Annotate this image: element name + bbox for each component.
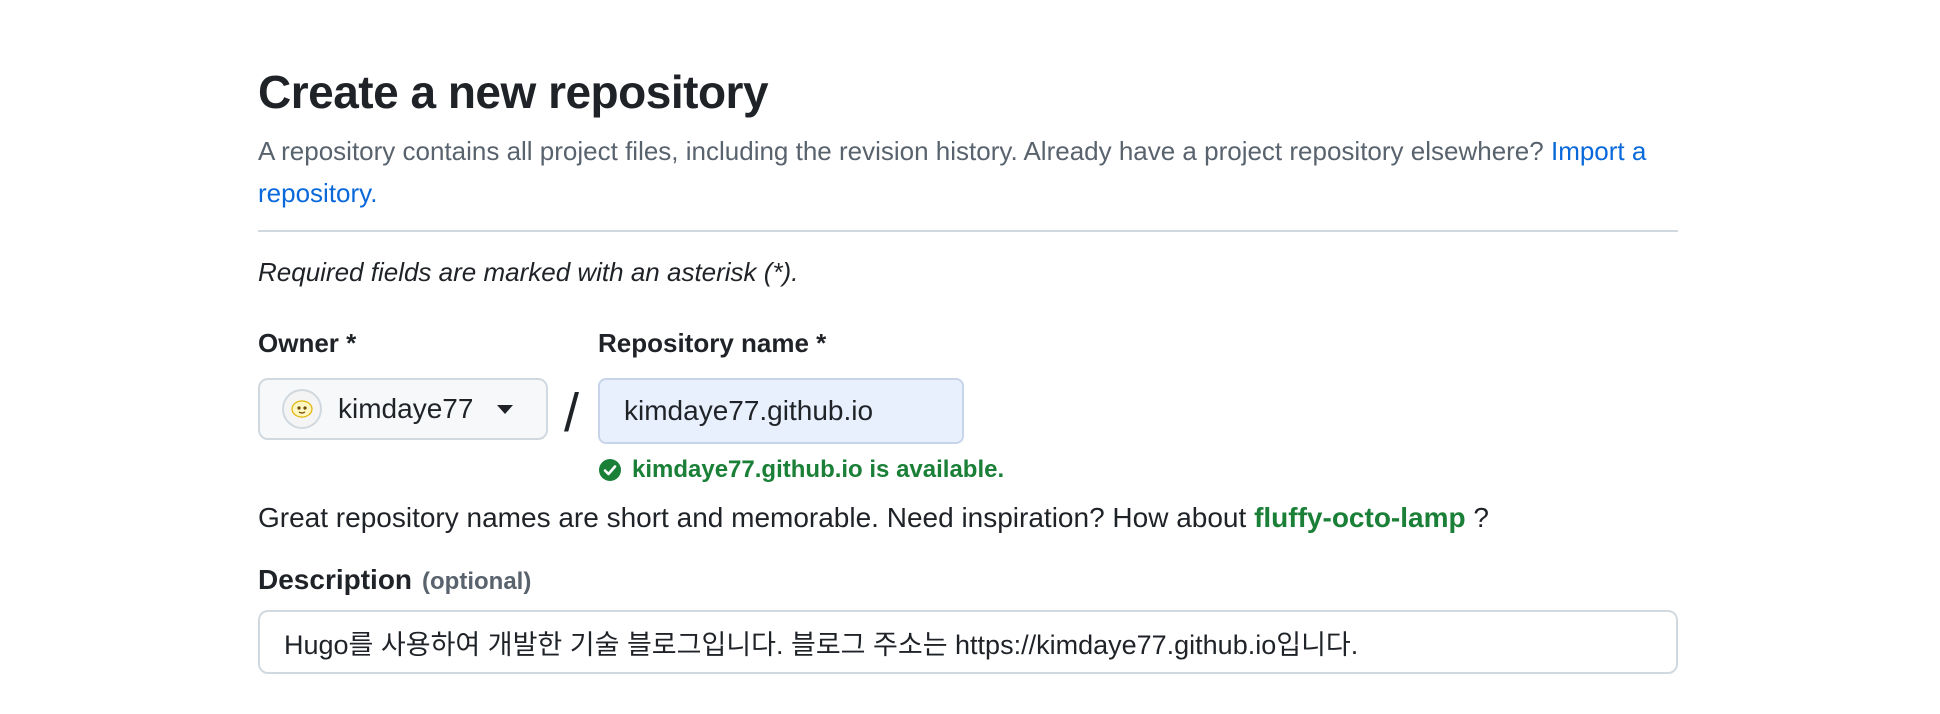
repository-name-input[interactable]	[598, 378, 964, 444]
description-label: Description	[258, 564, 413, 595]
repository-name-group: Repository name * kimdaye77.github.io is…	[598, 326, 1004, 484]
required-fields-note: Required fields are marked with an aster…	[258, 257, 799, 287]
owner-dropdown-button[interactable]: kimdaye77	[258, 378, 548, 440]
suggestion-prefix: Great repository names are short and mem…	[258, 502, 1247, 533]
form-container: Create a new repository A repository con…	[258, 60, 1678, 674]
owner-label: Owner *	[258, 328, 357, 358]
check-circle-icon	[599, 459, 621, 481]
page-subtitle: A repository contains all project files,…	[258, 130, 1678, 214]
availability-message: kimdaye77.github.io is available.	[598, 456, 1004, 484]
owner-group: Owner * kimdaye77	[258, 326, 548, 440]
description-input[interactable]	[258, 610, 1678, 674]
avatar-icon	[282, 389, 322, 429]
owner-name: kimdaye77	[338, 393, 474, 424]
subtitle-text: A repository contains all project files,…	[258, 136, 1544, 166]
name-suggestion: Great repository names are short and mem…	[258, 498, 1678, 538]
owner-repo-separator: /	[564, 383, 580, 443]
availability-text: kimdaye77.github.io is available.	[632, 456, 1005, 483]
header-divider	[258, 230, 1678, 232]
owner-repo-row: Owner * kimdaye77 / Repository name * ki…	[258, 326, 1678, 496]
description-optional-hint: (optional)	[422, 568, 532, 595]
suggestion-suffix: ?	[1473, 502, 1489, 533]
description-label-row: Description (optional)	[258, 564, 1678, 596]
suggested-name-link[interactable]: fluffy-octo-lamp	[1254, 502, 1466, 533]
page-title: Create a new repository	[258, 66, 769, 118]
create-repository-page: Create a new repository A repository con…	[0, 0, 1940, 714]
repository-name-label: Repository name *	[598, 328, 827, 358]
chevron-down-icon	[497, 404, 514, 414]
